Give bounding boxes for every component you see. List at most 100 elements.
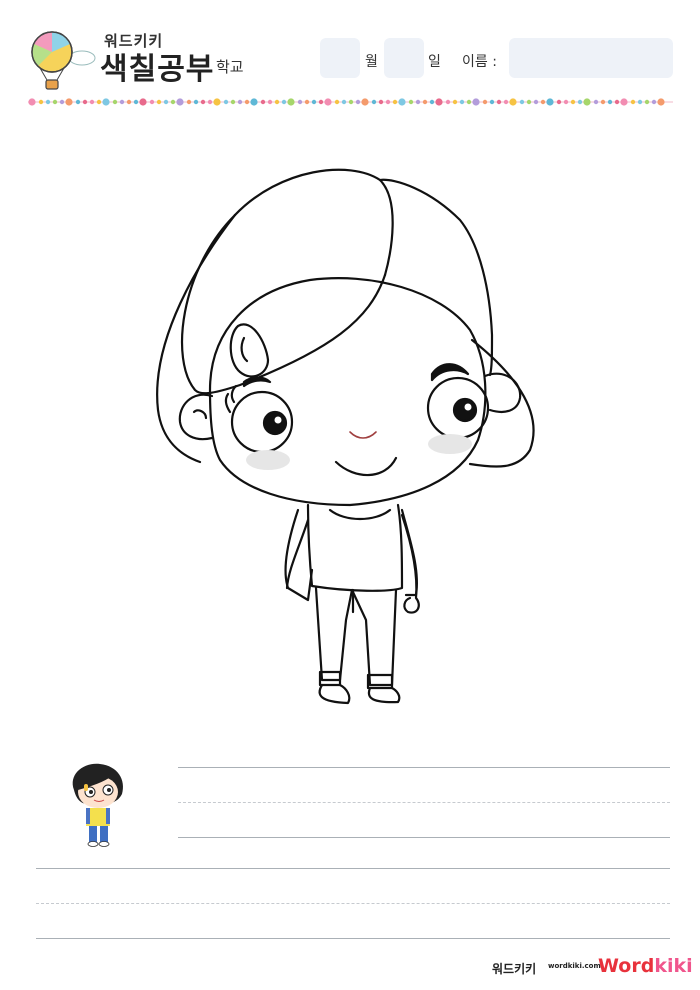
name-field[interactable] (509, 38, 673, 78)
border-dot (445, 99, 451, 105)
border-dot (89, 99, 95, 105)
border-dot (304, 99, 310, 105)
border-dot (133, 99, 139, 105)
border-dot (237, 99, 243, 105)
border-dot (250, 98, 258, 106)
border-dot (556, 99, 562, 105)
border-dot (297, 99, 303, 105)
border-dot (472, 98, 480, 106)
writing-line (178, 837, 670, 838)
border-dot (496, 99, 502, 105)
border-dot (371, 99, 377, 105)
border-dot (398, 98, 406, 106)
writing-guide-line (36, 903, 670, 904)
border-dot (600, 99, 606, 105)
writing-line (36, 868, 670, 869)
border-dot (38, 99, 44, 105)
border-dot (119, 99, 125, 105)
school-label: 학교 (216, 58, 244, 76)
border-dot (213, 98, 221, 106)
border-dot (583, 98, 591, 106)
border-dot (614, 99, 620, 105)
border-dot (577, 99, 583, 105)
border-dot (651, 99, 657, 105)
border-dot (341, 99, 347, 105)
border-dot (334, 99, 340, 105)
border-dot (355, 99, 361, 105)
border-dot (324, 98, 332, 106)
border-dot (519, 99, 525, 105)
border-dot (459, 99, 465, 105)
day-field[interactable] (384, 38, 424, 78)
border-dot (620, 98, 628, 106)
border-dot (281, 99, 287, 105)
border-dot (466, 99, 472, 105)
page-title: 색칠공부 (100, 52, 215, 87)
border-dot (408, 99, 414, 105)
border-dot (193, 99, 199, 105)
footer-logo-kiki: kiki (654, 955, 693, 977)
border-dot (392, 99, 398, 105)
border-dot (657, 98, 665, 106)
border-dot (546, 98, 554, 106)
border-dot (489, 99, 495, 105)
border-dot (361, 98, 369, 106)
decorative-dot-border (28, 92, 673, 106)
border-dot (503, 99, 509, 105)
border-dot (244, 99, 250, 105)
girl-color-thumbnail (64, 760, 130, 848)
border-dot (637, 99, 643, 105)
border-dot (533, 99, 539, 105)
writing-guide-line (178, 802, 670, 803)
border-dot (52, 99, 58, 105)
border-dot (163, 99, 169, 105)
border-dot (230, 99, 236, 105)
border-dot (509, 98, 517, 106)
border-dot (607, 99, 613, 105)
writing-line (178, 767, 670, 768)
border-dot (65, 98, 73, 106)
border-dot (59, 99, 65, 105)
border-dot (28, 98, 36, 106)
day-label: 일 (428, 54, 441, 70)
name-label: 이름 : (462, 54, 497, 70)
footer-brand-korean: 워드키키 (492, 962, 537, 976)
month-field[interactable] (320, 38, 360, 78)
balloon-logo-icon (28, 28, 98, 92)
border-dot (274, 99, 280, 105)
border-dot (207, 99, 213, 105)
border-dot (126, 99, 132, 105)
border-dot (415, 99, 421, 105)
girl-coloring-outline (140, 150, 560, 720)
border-dot (96, 99, 102, 105)
month-label: 월 (365, 54, 378, 70)
border-dot (45, 99, 51, 105)
border-dot (170, 99, 176, 105)
footer-logo-word: Word (598, 955, 655, 977)
border-dot (526, 99, 532, 105)
border-dot (200, 99, 206, 105)
border-dot (429, 99, 435, 105)
border-dot (318, 99, 324, 105)
border-dot (102, 98, 110, 106)
border-dot (563, 99, 569, 105)
border-dot (139, 98, 147, 106)
border-dot (570, 99, 576, 105)
border-dot (186, 99, 192, 105)
border-dot (630, 99, 636, 105)
border-dot (223, 99, 229, 105)
border-dot (75, 99, 81, 105)
border-dot (452, 99, 458, 105)
border-dot (149, 99, 155, 105)
border-dot (385, 99, 391, 105)
border-dot (156, 99, 162, 105)
border-dot (348, 99, 354, 105)
border-dot (435, 98, 443, 106)
footer-url: wordkiki.com (548, 962, 601, 970)
border-dot (482, 99, 488, 105)
border-dot (422, 99, 428, 105)
border-dot (540, 99, 546, 105)
footer-logo: Wordkiki (598, 955, 693, 977)
border-dot (311, 99, 317, 105)
writing-line (36, 938, 670, 939)
